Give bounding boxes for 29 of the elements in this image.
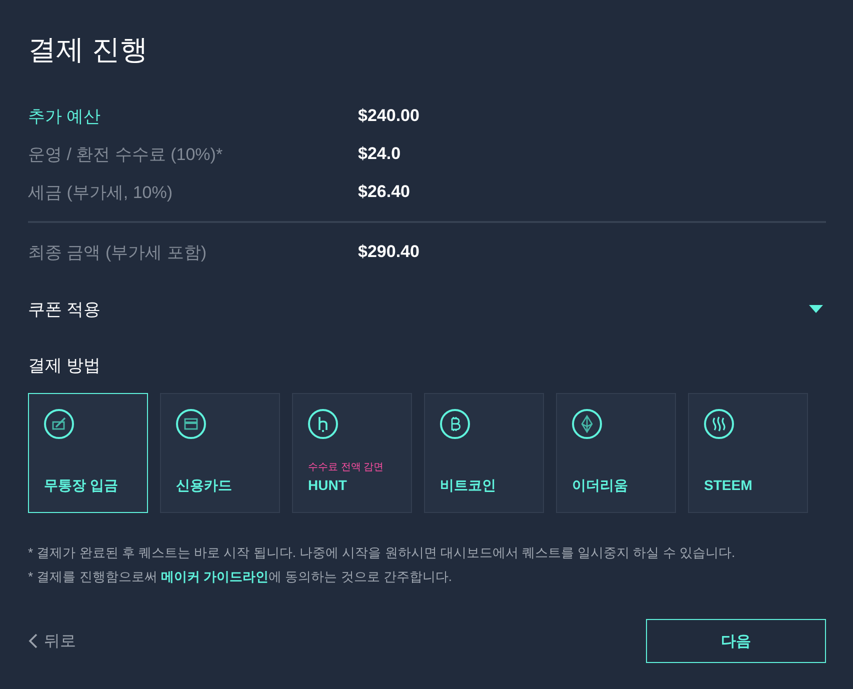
pen-card-icon xyxy=(44,409,74,439)
back-button[interactable]: 뒤로 xyxy=(28,630,76,652)
payment-method-card[interactable]: 무통장 입금 xyxy=(28,393,148,513)
summary-amount: $26.40 xyxy=(358,182,410,202)
footnote: * 결제를 진행함으로써 메이커 가이드라인에 동의하는 것으로 간주합니다. xyxy=(28,568,453,586)
chevron-left-icon xyxy=(28,633,38,649)
summary-amount: $240.00 xyxy=(358,106,420,126)
credit-card-icon xyxy=(176,409,206,439)
bitcoin-sign-icon xyxy=(440,409,470,439)
summary-amount: $24.0 xyxy=(358,144,401,164)
summary-label: 운영 / 환전 수수료 (10%)* xyxy=(28,144,224,166)
payment-method-card[interactable]: 비트코인 xyxy=(424,393,544,513)
summary-label: 추가 예산 xyxy=(28,106,102,128)
coupon-toggle[interactable]: 쿠폰 적용 xyxy=(28,290,826,328)
total-label: 최종 금액 (부가세 포함) xyxy=(28,242,208,264)
guideline-link[interactable]: 메이커 가이드라인 xyxy=(160,569,269,584)
wave-lines-icon xyxy=(704,409,734,439)
h-logo-icon xyxy=(308,409,338,439)
summary-label: 세금 (부가세, 10%) xyxy=(28,182,174,204)
dialog-title: 결제 진행 xyxy=(28,33,149,67)
fee-waiver-note: 수수료 전액 감면 xyxy=(308,461,384,475)
payment-method-card[interactable]: 이더리움 xyxy=(556,393,676,513)
payment-method-card[interactable]: 수수료 전액 감면 HUNT xyxy=(292,393,412,513)
footnote: * 결제가 완료된 후 퀘스트는 바로 시작 됩니다. 나중에 시작을 원하시면 대시보드에서 퀘스트를 일시중지 하실 수 있습니다. xyxy=(28,544,736,562)
total-amount: $290.40 xyxy=(358,242,420,262)
payment-method-card[interactable]: STEEM xyxy=(688,393,808,513)
next-button[interactable]: 다음 xyxy=(646,619,826,663)
section-heading: 결제 방법 xyxy=(28,355,102,377)
payment-method-card[interactable]: 신용카드 xyxy=(160,393,280,513)
